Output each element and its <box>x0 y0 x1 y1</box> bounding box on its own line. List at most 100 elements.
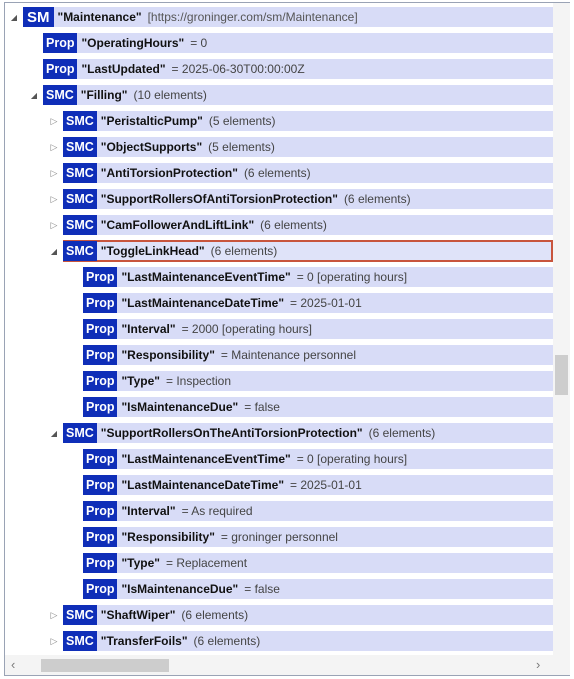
vertical-scroll-thumb[interactable] <box>555 355 568 395</box>
prop-badge: Prop <box>83 553 118 573</box>
prop-badge: Prop <box>83 449 118 469</box>
smc-badge: SMC <box>63 215 97 235</box>
node-name: "LastMaintenanceDateTime" <box>121 478 285 492</box>
tree-node-cam-follower[interactable]: ▷ SMC "CamFollowerAndLiftLink" (6 elemen… <box>47 213 553 237</box>
expanded-triangle-icon[interactable]: ◢ <box>7 5 21 29</box>
node-info: (6 elements) <box>243 166 311 180</box>
tree-node-prop[interactable]: Prop "LastMaintenanceDateTime" = 2025-01… <box>67 473 553 497</box>
prop-badge: Prop <box>83 527 118 547</box>
node-value: = Replacement <box>165 556 248 570</box>
node-info: (6 elements) <box>343 192 411 206</box>
smc-badge: SMC <box>63 163 97 183</box>
node-value: = Maintenance personnel <box>220 348 356 362</box>
tree-node-prop[interactable]: Prop "LastMaintenanceEventTime" = 0 [ope… <box>67 447 553 471</box>
node-name: "ToggleLinkHead" <box>100 244 205 258</box>
node-info: (6 elements) <box>181 608 249 622</box>
node-name: "Responsibility" <box>121 530 215 544</box>
tree-node-prop[interactable]: Prop "Responsibility" = groninger person… <box>67 525 553 549</box>
node-info: (6 elements) <box>193 634 261 648</box>
expanded-triangle-icon[interactable]: ◢ <box>47 421 61 445</box>
node-value: = 2025-01-01 <box>290 478 362 492</box>
node-value: = false <box>244 582 280 596</box>
node-info: (6 elements) <box>368 426 436 440</box>
prop-badge: Prop <box>43 59 78 79</box>
node-value: = groninger personnel <box>220 530 338 544</box>
expanded-triangle-icon[interactable]: ◢ <box>27 83 41 107</box>
tree-node-toggle-link-head[interactable]: ◢ SMC "ToggleLinkHead" (6 elements) <box>47 239 553 263</box>
sm-badge: SM <box>23 7 54 27</box>
tree-node-anti-torsion-protection[interactable]: ▷ SMC "AntiTorsionProtection" (6 element… <box>47 161 553 185</box>
node-value: = Inspection <box>165 374 232 388</box>
node-value: = false <box>244 400 280 414</box>
prop-badge: Prop <box>83 267 118 287</box>
prop-badge: Prop <box>83 475 118 495</box>
tree-node-object-supports[interactable]: ▷ SMC "ObjectSupports" (5 elements) <box>47 135 553 159</box>
tree-node-support-rollers-of-anti-torsion[interactable]: ▷ SMC "SupportRollersOfAntiTorsionProtec… <box>47 187 553 211</box>
tree-node-peristaltic-pump[interactable]: ▷ SMC "PeristalticPump" (5 elements) <box>47 109 553 133</box>
tree-node-prop[interactable]: Prop "Interval" = As required <box>67 499 553 523</box>
tree-node-prop[interactable]: Prop "IsMaintenanceDue" = false <box>67 395 553 419</box>
node-value: = 0 [operating hours] <box>296 452 408 466</box>
tree-node-transfer-foils[interactable]: ▷ SMC "TransferFoils" (6 elements) <box>47 629 553 653</box>
node-info: (6 elements) <box>260 218 327 232</box>
tree-node-operating-hours[interactable]: Prop "OperatingHours" = 0 <box>27 31 553 55</box>
prop-badge: Prop <box>83 345 118 365</box>
collapsed-triangle-icon[interactable]: ▷ <box>47 213 61 237</box>
prop-badge: Prop <box>83 579 118 599</box>
node-name: "SupportRollersOfAntiTorsionProtection" <box>100 192 338 206</box>
node-value: = 2025-01-01 <box>290 296 362 310</box>
tree-node-prop[interactable]: Prop "Responsibility" = Maintenance pers… <box>67 343 553 367</box>
tree-node-prop[interactable]: Prop "Interval" = 2000 [operating hours] <box>67 317 553 341</box>
tree-node-shaft-wiper[interactable]: ▷ SMC "ShaftWiper" (6 elements) <box>47 603 553 627</box>
node-value: = 0 [operating hours] <box>296 270 408 284</box>
smc-badge: SMC <box>63 137 97 157</box>
smc-badge: SMC <box>63 423 97 443</box>
node-name: "IsMaintenanceDue" <box>121 582 239 596</box>
vertical-scrollbar[interactable] <box>553 3 570 655</box>
node-name: "CamFollowerAndLiftLink" <box>100 218 255 232</box>
node-name: "LastMaintenanceEventTime" <box>121 452 291 466</box>
expanded-triangle-icon[interactable]: ◢ <box>47 239 61 263</box>
collapsed-triangle-icon[interactable]: ▷ <box>47 135 61 159</box>
chevron-left-icon[interactable]: ‹ <box>11 655 15 675</box>
tree-node-prop[interactable]: Prop "LastMaintenanceDateTime" = 2025-01… <box>67 291 553 315</box>
tree-node-prop[interactable]: Prop "LastMaintenanceEventTime" = 0 [ope… <box>67 265 553 289</box>
smc-badge: SMC <box>63 241 97 261</box>
collapsed-triangle-icon[interactable]: ▷ <box>47 109 61 133</box>
smc-badge: SMC <box>63 189 97 209</box>
collapsed-triangle-icon[interactable]: ▷ <box>47 629 61 653</box>
tree-node-prop[interactable]: Prop "Type" = Inspection <box>67 369 553 393</box>
tree-node-filling[interactable]: ◢ SMC "Filling" (10 elements) <box>27 83 553 107</box>
node-name: "Filling" <box>80 88 128 102</box>
tree-node-support-rollers-on-anti-torsion[interactable]: ◢ SMC "SupportRollersOnTheAntiTorsionPro… <box>47 421 553 445</box>
node-name: "ShaftWiper" <box>100 608 176 622</box>
prop-badge: Prop <box>83 371 118 391</box>
node-name: "PeristalticPump" <box>100 114 203 128</box>
node-info: (5 elements) <box>208 114 276 128</box>
node-name: "TransferFoils" <box>100 634 188 648</box>
collapsed-triangle-icon[interactable]: ▷ <box>47 161 61 185</box>
smc-badge: SMC <box>63 605 97 625</box>
node-name: "SupportRollersOnTheAntiTorsionProtectio… <box>100 426 363 440</box>
node-info: [https://groninger.com/sm/Maintenance] <box>147 10 358 24</box>
node-name: "Type" <box>121 374 160 388</box>
chevron-right-icon[interactable]: › <box>536 655 540 675</box>
tree-node-prop[interactable]: Prop "Type" = Replacement <box>67 551 553 575</box>
collapsed-triangle-icon[interactable]: ▷ <box>47 187 61 211</box>
tree-view: ◢ SM "Maintenance" [https://groninger.co… <box>5 3 553 655</box>
node-info: (10 elements) <box>133 88 207 102</box>
horizontal-scroll-thumb[interactable] <box>41 659 169 672</box>
tree-node-last-updated[interactable]: Prop "LastUpdated" = 2025-06-30T00:00:00… <box>27 57 553 81</box>
prop-badge: Prop <box>83 397 118 417</box>
node-info: (5 elements) <box>208 140 275 154</box>
node-value: = As required <box>181 504 253 518</box>
horizontal-scrollbar[interactable]: ‹ › <box>5 655 553 675</box>
collapsed-triangle-icon[interactable]: ▷ <box>47 603 61 627</box>
tree-node-prop[interactable]: Prop "IsMaintenanceDue" = false <box>67 577 553 601</box>
node-value: = 2000 [operating hours] <box>181 322 312 336</box>
aas-tree-panel: ◢ SM "Maintenance" [https://groninger.co… <box>4 2 570 676</box>
smc-badge: SMC <box>63 111 97 131</box>
tree-node-maintenance[interactable]: ◢ SM "Maintenance" [https://groninger.co… <box>7 5 553 29</box>
node-name: "Maintenance" <box>57 10 142 24</box>
smc-badge: SMC <box>63 631 97 651</box>
